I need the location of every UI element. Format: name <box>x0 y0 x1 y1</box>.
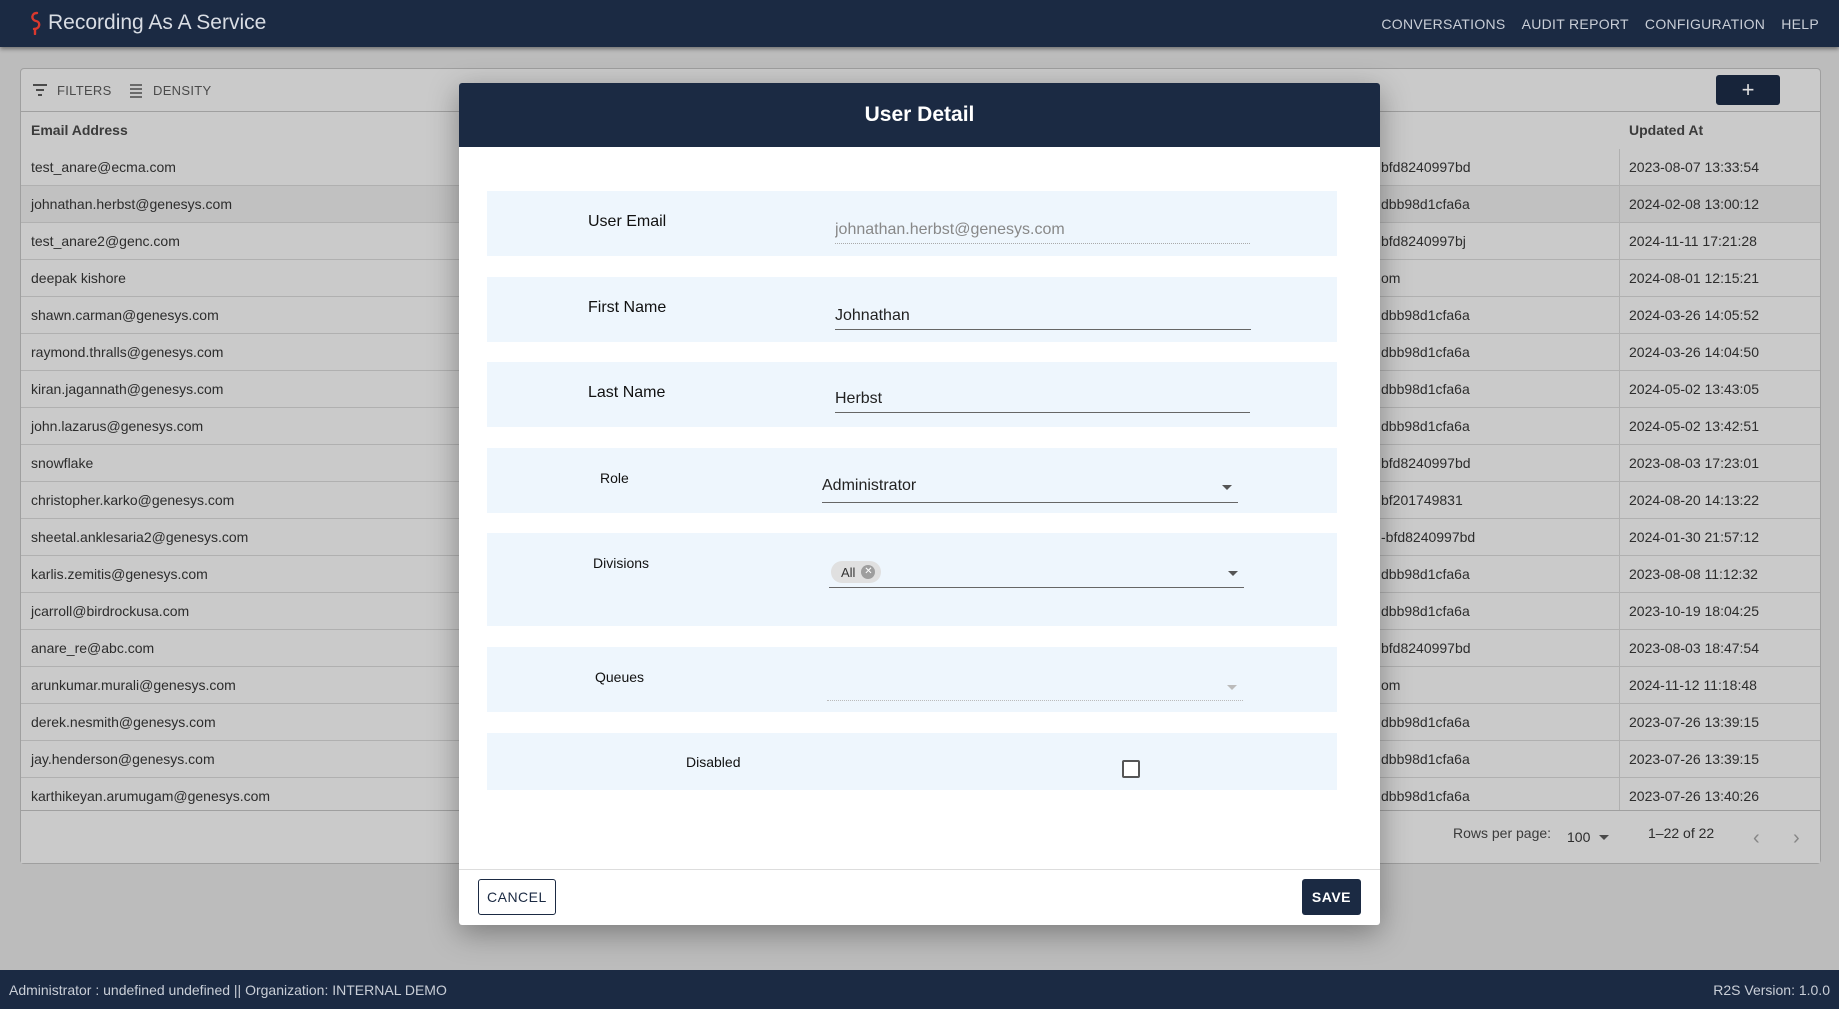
queues-select <box>827 675 1243 701</box>
chevron-down-icon <box>1222 485 1232 490</box>
user-email-field <box>835 221 1250 244</box>
disabled-label: Disabled <box>686 754 741 770</box>
role-label: Role <box>600 470 629 486</box>
status-version: R2S Version: 1.0.0 <box>1713 982 1830 998</box>
user-detail-dialog: User Detail User Email First Name Last N… <box>459 83 1380 925</box>
division-chip-label: All <box>841 564 856 580</box>
nav-configuration[interactable]: CONFIGURATION <box>1645 16 1765 32</box>
logo-icon <box>31 11 41 35</box>
cancel-button[interactable]: CANCEL <box>478 879 556 915</box>
role-select[interactable]: Administrator <box>822 477 1238 503</box>
divisions-row: Divisions All ✕ <box>487 533 1337 626</box>
remove-chip-icon[interactable]: ✕ <box>861 565 876 579</box>
first-name-row: First Name <box>487 277 1337 342</box>
last-name-label: Last Name <box>588 384 666 401</box>
first-name-field[interactable] <box>835 307 1251 330</box>
nav-conversations[interactable]: CONVERSATIONS <box>1381 16 1505 32</box>
last-name-field[interactable] <box>835 390 1250 413</box>
disabled-checkbox[interactable] <box>1122 760 1140 778</box>
role-row: Role Administrator <box>487 448 1337 513</box>
status-session-info: Administrator : undefined undefined || O… <box>9 982 447 998</box>
divisions-select[interactable]: All ✕ <box>829 561 1244 588</box>
last-name-row: Last Name <box>487 362 1337 427</box>
divisions-label: Divisions <box>593 555 650 571</box>
disabled-row: Disabled <box>487 733 1337 790</box>
save-button[interactable]: SAVE <box>1301 879 1361 915</box>
nav-audit-report[interactable]: AUDIT REPORT <box>1522 16 1629 32</box>
queues-label: Queues <box>595 669 645 685</box>
first-name-label: First Name <box>588 299 667 316</box>
top-nav: CONVERSATIONS AUDIT REPORT CONFIGURATION… <box>1381 0 1819 47</box>
chevron-down-icon <box>1228 571 1238 576</box>
nav-help[interactable]: HELP <box>1781 16 1819 32</box>
queues-row: Queues <box>487 647 1337 712</box>
chevron-down-icon <box>1227 685 1237 690</box>
division-chip: All ✕ <box>831 561 882 583</box>
app-bar: Recording As A Service CONVERSATIONS AUD… <box>0 0 1839 47</box>
user-email-row: User Email <box>487 191 1337 256</box>
dialog-actions: CANCEL SAVE <box>459 869 1380 925</box>
user-email-label: User Email <box>588 213 667 230</box>
role-value: Administrator <box>822 477 917 494</box>
app-title: Recording As A Service <box>48 11 267 34</box>
dialog-title: User Detail <box>459 83 1380 147</box>
status-bar: Administrator : undefined undefined || O… <box>0 970 1839 1009</box>
